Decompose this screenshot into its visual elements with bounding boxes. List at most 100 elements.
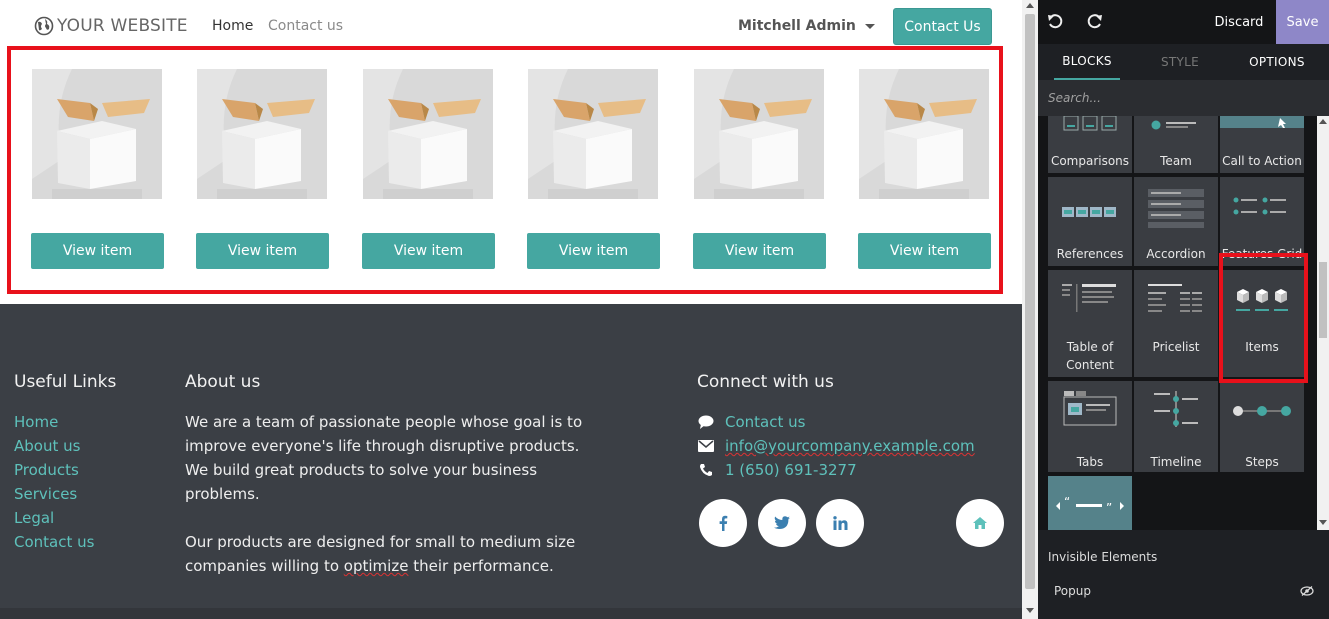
box-image-icon bbox=[363, 69, 493, 199]
redo-icon[interactable] bbox=[1086, 13, 1104, 31]
references-icon bbox=[1062, 207, 1116, 217]
eye-slash-icon[interactable] bbox=[1300, 586, 1314, 596]
connect-email-row[interactable]: info@yourcompany.example.com bbox=[697, 434, 975, 458]
editor-tabs: BLOCKS STYLE OPTIONS bbox=[1038, 44, 1329, 80]
block-call-to-action[interactable]: Call to Action bbox=[1220, 116, 1304, 173]
item-image[interactable] bbox=[694, 69, 824, 199]
connect-contact-row[interactable]: Contact us bbox=[697, 410, 975, 434]
home-icon[interactable] bbox=[956, 499, 1004, 547]
block-accordion[interactable]: Accordion bbox=[1134, 177, 1218, 266]
block-label: Tabs bbox=[1076, 455, 1104, 469]
user-menu[interactable]: Mitchell Admin bbox=[738, 18, 875, 34]
editor-panel: Discard Save BLOCKS STYLE OPTIONS Compar… bbox=[1038, 0, 1329, 619]
connect-list: Contact us info@yourcompany.example.com … bbox=[697, 410, 975, 482]
block-label: References bbox=[1056, 247, 1124, 261]
block-label: Timeline bbox=[1150, 455, 1202, 469]
block-references[interactable]: References bbox=[1048, 177, 1132, 266]
footer-link-contact[interactable]: Contact us bbox=[14, 530, 94, 554]
footer-link-home[interactable]: Home bbox=[14, 410, 94, 434]
block-tabs[interactable]: Tabs bbox=[1048, 381, 1132, 472]
timeline-icon bbox=[1154, 391, 1198, 427]
features-grid-icon bbox=[1233, 197, 1286, 215]
item-image[interactable] bbox=[859, 69, 989, 199]
twitter-icon[interactable] bbox=[758, 499, 806, 547]
popup-element[interactable]: Popup bbox=[1054, 584, 1091, 598]
view-item-button[interactable]: View item bbox=[196, 233, 329, 269]
scroll-down-arrow-icon[interactable] bbox=[1026, 608, 1034, 613]
block-comparisons[interactable]: Comparisons bbox=[1048, 116, 1132, 173]
item-image[interactable] bbox=[197, 69, 327, 199]
block-timeline[interactable]: Timeline bbox=[1134, 381, 1218, 472]
view-item-button[interactable]: View item bbox=[858, 233, 991, 269]
contact-us-button[interactable]: Contact Us bbox=[893, 8, 992, 45]
view-item-button[interactable]: View item bbox=[31, 233, 164, 269]
block-steps[interactable]: Steps bbox=[1220, 381, 1304, 472]
block-features-grid[interactable]: Features Grid bbox=[1220, 177, 1304, 266]
block-pricelist[interactable]: Pricelist bbox=[1134, 270, 1218, 377]
footer-link-products[interactable]: Products bbox=[14, 458, 94, 482]
footer-copyright-bar bbox=[0, 608, 1022, 619]
tab-blocks[interactable]: BLOCKS bbox=[1054, 44, 1120, 80]
nav-contact-us[interactable]: Contact us bbox=[268, 18, 343, 34]
useful-links-list: Home About us Products Services Legal Co… bbox=[14, 410, 94, 554]
item-image[interactable] bbox=[363, 69, 493, 199]
block-label-line1: Table of bbox=[1066, 340, 1114, 354]
svg-text:“: “ bbox=[1064, 496, 1070, 509]
block-items[interactable]: Items bbox=[1220, 270, 1304, 377]
view-item-button[interactable]: View item bbox=[693, 233, 826, 269]
blocks-search-input[interactable] bbox=[1048, 89, 1308, 107]
blocks-scrollbar[interactable] bbox=[1317, 116, 1329, 530]
envelope-icon bbox=[697, 439, 715, 453]
quotes-carousel-icon: “ ” bbox=[1056, 496, 1124, 515]
scroll-down-arrow-icon[interactable] bbox=[1319, 520, 1327, 525]
blocks-search bbox=[1038, 80, 1329, 116]
website-preview: YOUR WEBSITE Home Contact us Mitchell Ad… bbox=[0, 0, 1022, 619]
undo-icon[interactable] bbox=[1046, 13, 1064, 31]
view-item-button[interactable]: View item bbox=[362, 233, 495, 269]
block-quotes[interactable]: “ ” bbox=[1048, 476, 1132, 530]
call-to-action-icon bbox=[1220, 116, 1304, 128]
block-label: Features Grid bbox=[1221, 247, 1303, 261]
facebook-icon[interactable] bbox=[699, 499, 747, 547]
connect-email-link[interactable]: info@yourcompany.example.com bbox=[725, 434, 975, 458]
tab-style[interactable]: STYLE bbox=[1150, 44, 1210, 80]
scrollbar-thumb[interactable] bbox=[1025, 14, 1035, 589]
box-image-icon bbox=[694, 69, 824, 199]
scrollbar-thumb[interactable] bbox=[1319, 262, 1327, 338]
footer-link-about[interactable]: About us bbox=[14, 434, 94, 458]
save-button[interactable]: Save bbox=[1276, 0, 1329, 44]
discard-button[interactable]: Discard bbox=[1204, 0, 1274, 44]
linkedin-icon[interactable] bbox=[816, 499, 864, 547]
view-item-button[interactable]: View item bbox=[527, 233, 660, 269]
footer-link-legal[interactable]: Legal bbox=[14, 506, 94, 530]
connect-phone-row[interactable]: 1 (650) 691-3277 bbox=[697, 458, 975, 482]
logo-text: YOUR WEBSITE bbox=[57, 16, 188, 36]
box-image-icon bbox=[528, 69, 658, 199]
caret-down-icon bbox=[864, 23, 875, 29]
site-navbar: YOUR WEBSITE Home Contact us Mitchell Ad… bbox=[0, 0, 1022, 52]
connect-contact-link[interactable]: Contact us bbox=[725, 410, 805, 434]
spellcheck-word: optimize bbox=[343, 557, 409, 575]
block-label: Comparisons bbox=[1050, 154, 1130, 168]
footer-link-services[interactable]: Services bbox=[14, 482, 94, 506]
box-image-icon bbox=[197, 69, 327, 199]
about-paragraph-1: We are a team of passionate people whose… bbox=[185, 413, 583, 503]
box-image-icon bbox=[32, 69, 162, 199]
item-image[interactable] bbox=[32, 69, 162, 199]
block-table-of-content[interactable]: Table of Content bbox=[1048, 270, 1132, 377]
accordion-icon bbox=[1148, 189, 1204, 228]
invisible-elements-section: Invisible Elements Popup bbox=[1038, 530, 1329, 619]
blocks-grid: Comparisons Team Call to Action Referenc… bbox=[1038, 116, 1318, 530]
block-team[interactable]: Team bbox=[1134, 116, 1218, 173]
website-scrollbar[interactable] bbox=[1022, 0, 1038, 619]
nav-home[interactable]: Home bbox=[212, 18, 253, 34]
site-footer: Useful Links Home About us Products Serv… bbox=[0, 304, 1022, 619]
connect-phone-link[interactable]: 1 (650) 691-3277 bbox=[725, 458, 857, 482]
steps-icon bbox=[1233, 406, 1291, 416]
item-image[interactable] bbox=[528, 69, 658, 199]
pricelist-icon bbox=[1148, 284, 1202, 312]
tab-options[interactable]: OPTIONS bbox=[1242, 44, 1312, 80]
scroll-up-arrow-icon[interactable] bbox=[1319, 119, 1327, 124]
scroll-up-arrow-icon[interactable] bbox=[1026, 3, 1034, 8]
site-logo[interactable]: YOUR WEBSITE bbox=[34, 16, 188, 36]
